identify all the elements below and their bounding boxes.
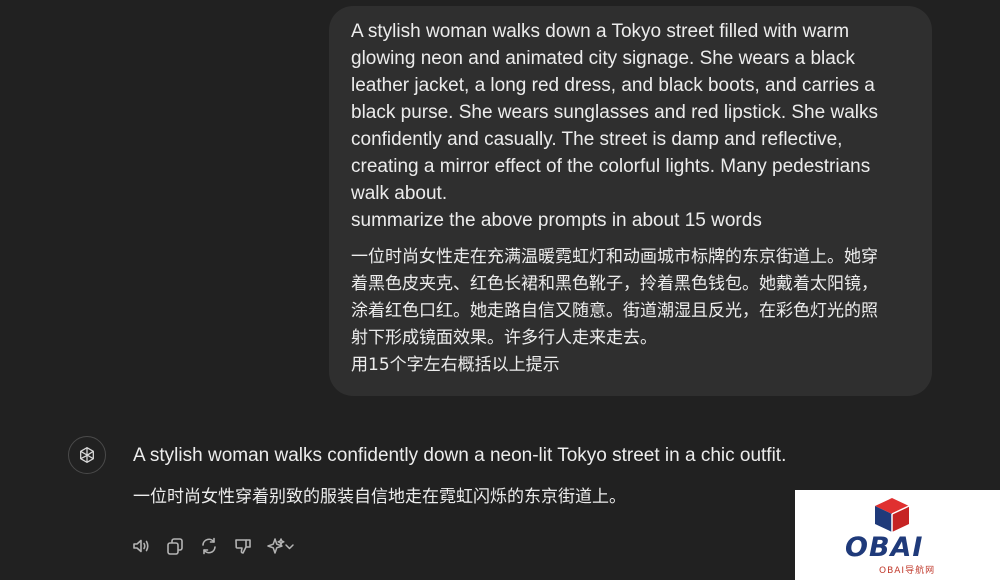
user-message-bubble: A stylish woman walks down a Tokyo stree… <box>329 6 932 396</box>
watermark: OBAI OBAI导航网 <box>795 490 1000 580</box>
message-actions <box>130 535 296 557</box>
user-message-chinese: 一位时尚女性走在充满温暖霓虹灯和动画城市标牌的东京街道上。她穿 着黑色皮夹克、红… <box>351 247 878 375</box>
cube-logo-icon <box>875 498 910 532</box>
watermark-subtext: OBAI导航网 <box>879 566 936 576</box>
assistant-message-english: A stylish woman walks confidently down a… <box>133 445 787 466</box>
openai-logo-icon <box>68 436 106 474</box>
thumbs-down-icon[interactable] <box>232 535 254 557</box>
watermark-logo-text: OBAI <box>845 532 924 563</box>
user-message-english: A stylish woman walks down a Tokyo stree… <box>351 21 878 231</box>
chat-page: A stylish woman walks down a Tokyo stree… <box>0 0 1000 580</box>
copy-icon[interactable] <box>164 535 186 557</box>
speaker-icon[interactable] <box>130 535 152 557</box>
assistant-message-chinese: 一位时尚女性穿着别致的服装自信地走在霓虹闪烁的东京街道上。 <box>133 487 626 507</box>
refresh-icon[interactable] <box>198 535 220 557</box>
sparkle-chevron-icon[interactable] <box>266 535 296 557</box>
